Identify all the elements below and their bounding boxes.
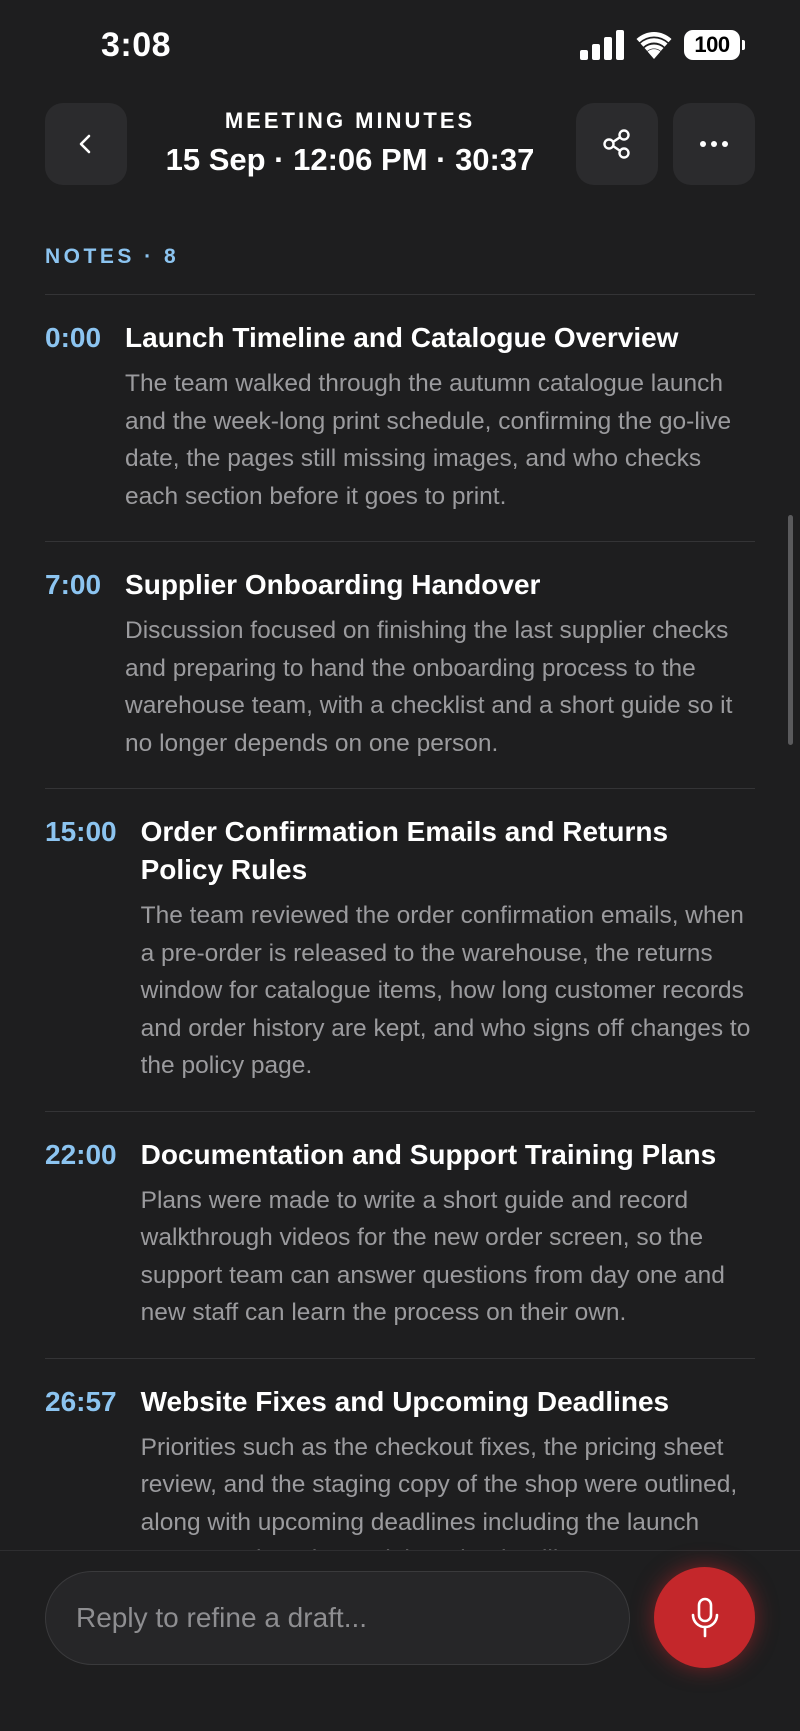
note-item[interactable]: 7:00 Supplier Onboarding Handover Discus… — [45, 542, 755, 789]
ellipsis-icon — [700, 141, 728, 147]
note-title: Supplier Onboarding Handover — [125, 569, 541, 600]
meeting-minutes-screen: 3:08 100 MEETING MINUTES 15 Sep · 12:06 … — [0, 0, 800, 1731]
more-options-button[interactable] — [673, 103, 755, 185]
note-title: Documentation and Support Training Plans — [140, 1138, 717, 1170]
notes-section-label: NOTES · 8 — [45, 245, 180, 268]
wifi-icon — [636, 32, 672, 59]
note-summary: Discussion focused on finishing the last… — [125, 617, 733, 757]
note-title: Order Confirmation Emails and Returns Po… — [140, 816, 669, 885]
note-item[interactable]: 15:00 Order Confirmation Emails and Retu… — [45, 789, 755, 1112]
battery-icon: 100 — [684, 30, 745, 60]
note-summary: Plans were made to write a short guide a… — [140, 1186, 725, 1327]
note-body: Documentation and Support Training Plans… — [141, 1136, 755, 1332]
reply-composer — [0, 1550, 800, 1731]
note-summary: The team walked through the autumn catal… — [125, 370, 732, 510]
status-bar: 3:08 100 — [0, 0, 800, 95]
status-icons: 100 — [580, 30, 745, 60]
notes-list: 0:00 Launch Timeline and Catalogue Overv… — [45, 295, 755, 1606]
share-icon — [603, 129, 630, 159]
note-title: Website Fixes and Upcoming Deadlines — [140, 1385, 670, 1417]
note-item[interactable]: 0:00 Launch Timeline and Catalogue Overv… — [45, 295, 755, 542]
note-timestamp-link[interactable]: 15:00 — [45, 813, 117, 1085]
back-button[interactable] — [45, 103, 127, 185]
note-timestamp-link[interactable]: 7:00 — [45, 566, 101, 762]
note-body: Order Confirmation Emails and Returns Po… — [141, 813, 755, 1085]
microphone-button[interactable] — [654, 1567, 755, 1668]
reply-input[interactable] — [45, 1571, 630, 1665]
note-timestamp-link[interactable]: 22:00 — [45, 1136, 117, 1332]
note-summary: The team reviewed the order confirmation… — [140, 902, 751, 1079]
note-item[interactable]: 22:00 Documentation and Support Training… — [45, 1112, 755, 1359]
chevron-left-icon — [79, 134, 91, 154]
share-button[interactable] — [576, 103, 658, 185]
note-body: Supplier Onboarding Handover Discussion … — [125, 566, 755, 762]
header-titles: MEETING MINUTES 15 Sep · 12:06 PM · 30:3… — [150, 108, 550, 178]
status-time: 3:08 — [101, 26, 172, 64]
battery-level: 100 — [694, 32, 730, 57]
note-body: Launch Timeline and Catalogue Overview T… — [125, 319, 755, 515]
cellular-signal-icon — [580, 30, 624, 60]
scrollbar[interactable] — [788, 515, 793, 745]
page-eyebrow: MEETING MINUTES — [224, 108, 476, 133]
note-title: Launch Timeline and Catalogue Overview — [125, 322, 679, 353]
header: MEETING MINUTES 15 Sep · 12:06 PM · 30:3… — [0, 100, 800, 190]
page-title: 15 Sep · 12:06 PM · 30:37 — [165, 142, 535, 177]
microphone-icon — [691, 1597, 718, 1637]
note-timestamp-link[interactable]: 0:00 — [45, 319, 101, 515]
